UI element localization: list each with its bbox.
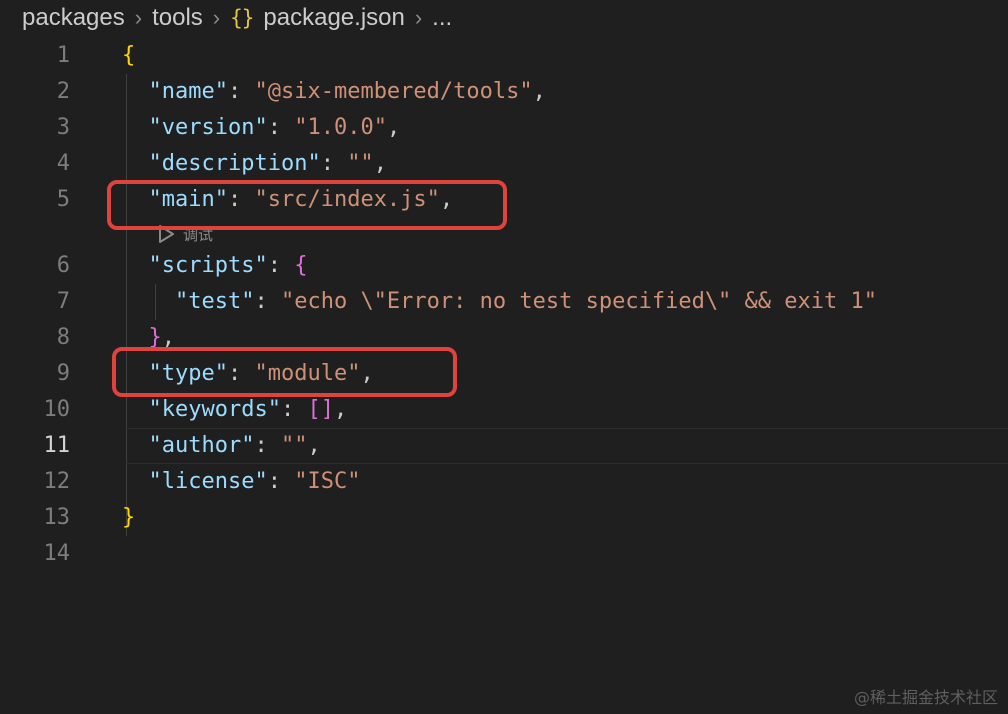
line-number: 2 bbox=[56, 79, 70, 104]
line-content: "name": "@six-membered/tools", bbox=[148, 79, 546, 104]
json-key: "author" bbox=[148, 433, 255, 458]
annotation-box-type bbox=[112, 347, 457, 397]
code-line[interactable]: 6 "scripts": { bbox=[0, 248, 1008, 284]
line-number: 10 bbox=[43, 397, 71, 422]
line-content: "description": "", bbox=[148, 151, 387, 176]
line-content: "test": "echo \"Error: no test specified… bbox=[174, 289, 877, 314]
line-number: 12 bbox=[43, 469, 71, 494]
json-value: "echo \"Error: no test specified\" && ex… bbox=[280, 289, 877, 314]
json-key: "description" bbox=[148, 151, 321, 176]
code-line[interactable]: 13 } bbox=[0, 500, 1008, 536]
json-key: "test" bbox=[174, 289, 255, 314]
json-key: "scripts" bbox=[148, 253, 268, 278]
json-value: "" bbox=[347, 151, 374, 176]
json-key: "version" bbox=[148, 115, 268, 140]
breadcrumb-tools[interactable]: tools bbox=[152, 4, 203, 32]
breadcrumb-package-json[interactable]: package.json bbox=[263, 4, 404, 32]
json-value: "1.0.0" bbox=[294, 115, 387, 140]
code-line[interactable]: 10 "keywords": [], bbox=[0, 392, 1008, 428]
line-number: 13 bbox=[43, 505, 71, 530]
line-content: "scripts": { bbox=[148, 253, 308, 278]
json-key: "license" bbox=[148, 469, 268, 494]
annotation-box-main bbox=[107, 180, 507, 230]
chevron-right-icon: › bbox=[414, 5, 423, 30]
breadcrumb: packages › tools › {} package.json › ... bbox=[22, 0, 452, 36]
code-line[interactable]: 12 "license": "ISC" bbox=[0, 464, 1008, 500]
code-line[interactable]: 1 { bbox=[0, 38, 1008, 74]
chevron-right-icon: › bbox=[212, 5, 221, 30]
breadcrumb-packages[interactable]: packages bbox=[22, 4, 125, 32]
line-content: } bbox=[122, 505, 136, 530]
code-line-active[interactable]: 11 "author": "", bbox=[0, 428, 1008, 464]
json-value: "" bbox=[280, 433, 308, 458]
line-number: 7 bbox=[56, 289, 70, 314]
json-braces-icon: {} bbox=[230, 6, 254, 30]
line-number: 14 bbox=[43, 541, 71, 566]
line-number: 1 bbox=[56, 43, 70, 68]
code-line[interactable]: 4 "description": "", bbox=[0, 146, 1008, 182]
line-content: "author": "", bbox=[148, 433, 321, 458]
line-content: "license": "ISC" bbox=[148, 469, 361, 494]
line-number: 8 bbox=[56, 325, 70, 350]
line-number: 6 bbox=[56, 253, 70, 278]
code-line[interactable]: 3 "version": "1.0.0", bbox=[0, 110, 1008, 146]
line-number: 4 bbox=[56, 151, 70, 176]
line-content: "version": "1.0.0", bbox=[148, 115, 401, 140]
breadcrumb-more[interactable]: ... bbox=[432, 4, 452, 32]
line-content: { bbox=[122, 43, 136, 68]
json-key: "keywords" bbox=[148, 397, 281, 422]
code-line[interactable]: 2 "name": "@six-membered/tools", bbox=[0, 74, 1008, 110]
code-line[interactable]: 14 bbox=[0, 536, 1008, 572]
line-number: 3 bbox=[56, 115, 70, 140]
json-value: "@six-membered/tools" bbox=[254, 79, 533, 104]
line-content: "keywords": [], bbox=[148, 397, 348, 422]
line-number: 5 bbox=[56, 187, 70, 212]
json-key: "name" bbox=[148, 79, 228, 104]
json-value: "ISC" bbox=[294, 469, 361, 494]
line-number: 9 bbox=[56, 361, 70, 386]
chevron-right-icon: › bbox=[134, 5, 143, 30]
watermark: @稀土掘金技术社区 bbox=[853, 688, 998, 707]
code-line[interactable]: 7 "test": "echo \"Error: no test specifi… bbox=[0, 284, 1008, 320]
line-number: 11 bbox=[43, 433, 71, 458]
